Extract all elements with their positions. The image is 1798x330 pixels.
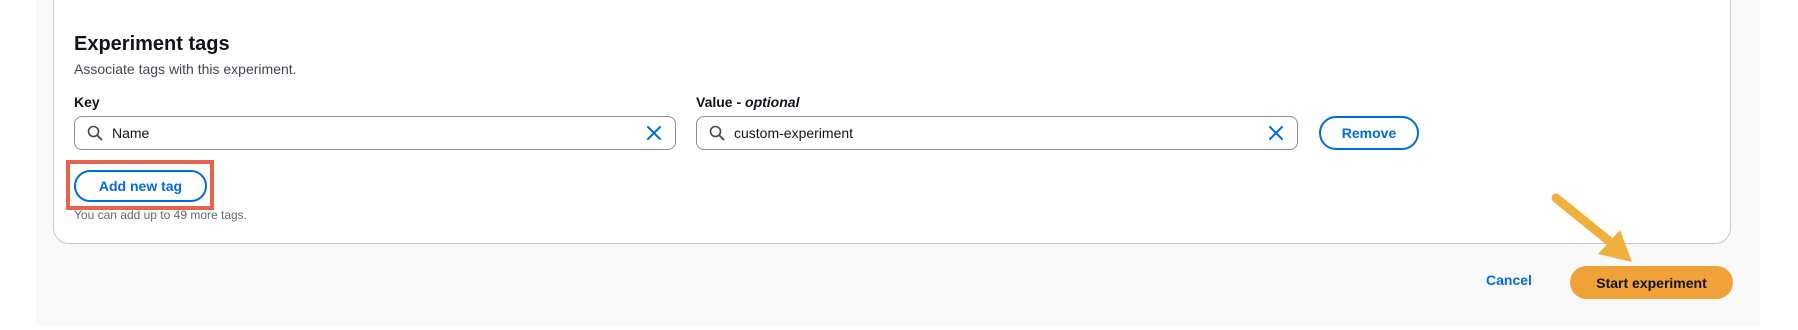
tag-value-input[interactable]: [734, 117, 1234, 149]
remove-tag-button[interactable]: Remove: [1319, 116, 1419, 150]
section-title: Experiment tags: [74, 33, 230, 55]
tag-key-input[interactable]: [112, 117, 612, 149]
cancel-button[interactable]: Cancel: [1486, 272, 1532, 288]
value-label: Value - optional: [696, 93, 799, 111]
search-icon: [87, 125, 103, 141]
tag-value-field[interactable]: [696, 116, 1298, 150]
section-description: Associate tags with this experiment.: [74, 61, 297, 77]
tag-limit-hint: You can add up to 49 more tags.: [74, 208, 248, 222]
start-experiment-button[interactable]: Start experiment: [1570, 266, 1733, 299]
arrow-annotation-icon: [1551, 193, 1632, 262]
highlight-annotation: [66, 160, 214, 210]
tag-key-field[interactable]: [74, 116, 676, 150]
value-label-main: Value -: [696, 94, 746, 110]
close-icon[interactable]: [1267, 124, 1285, 142]
search-icon: [709, 125, 725, 141]
close-icon[interactable]: [645, 124, 663, 142]
value-label-optional: optional: [745, 94, 800, 110]
key-label: Key: [74, 94, 100, 110]
